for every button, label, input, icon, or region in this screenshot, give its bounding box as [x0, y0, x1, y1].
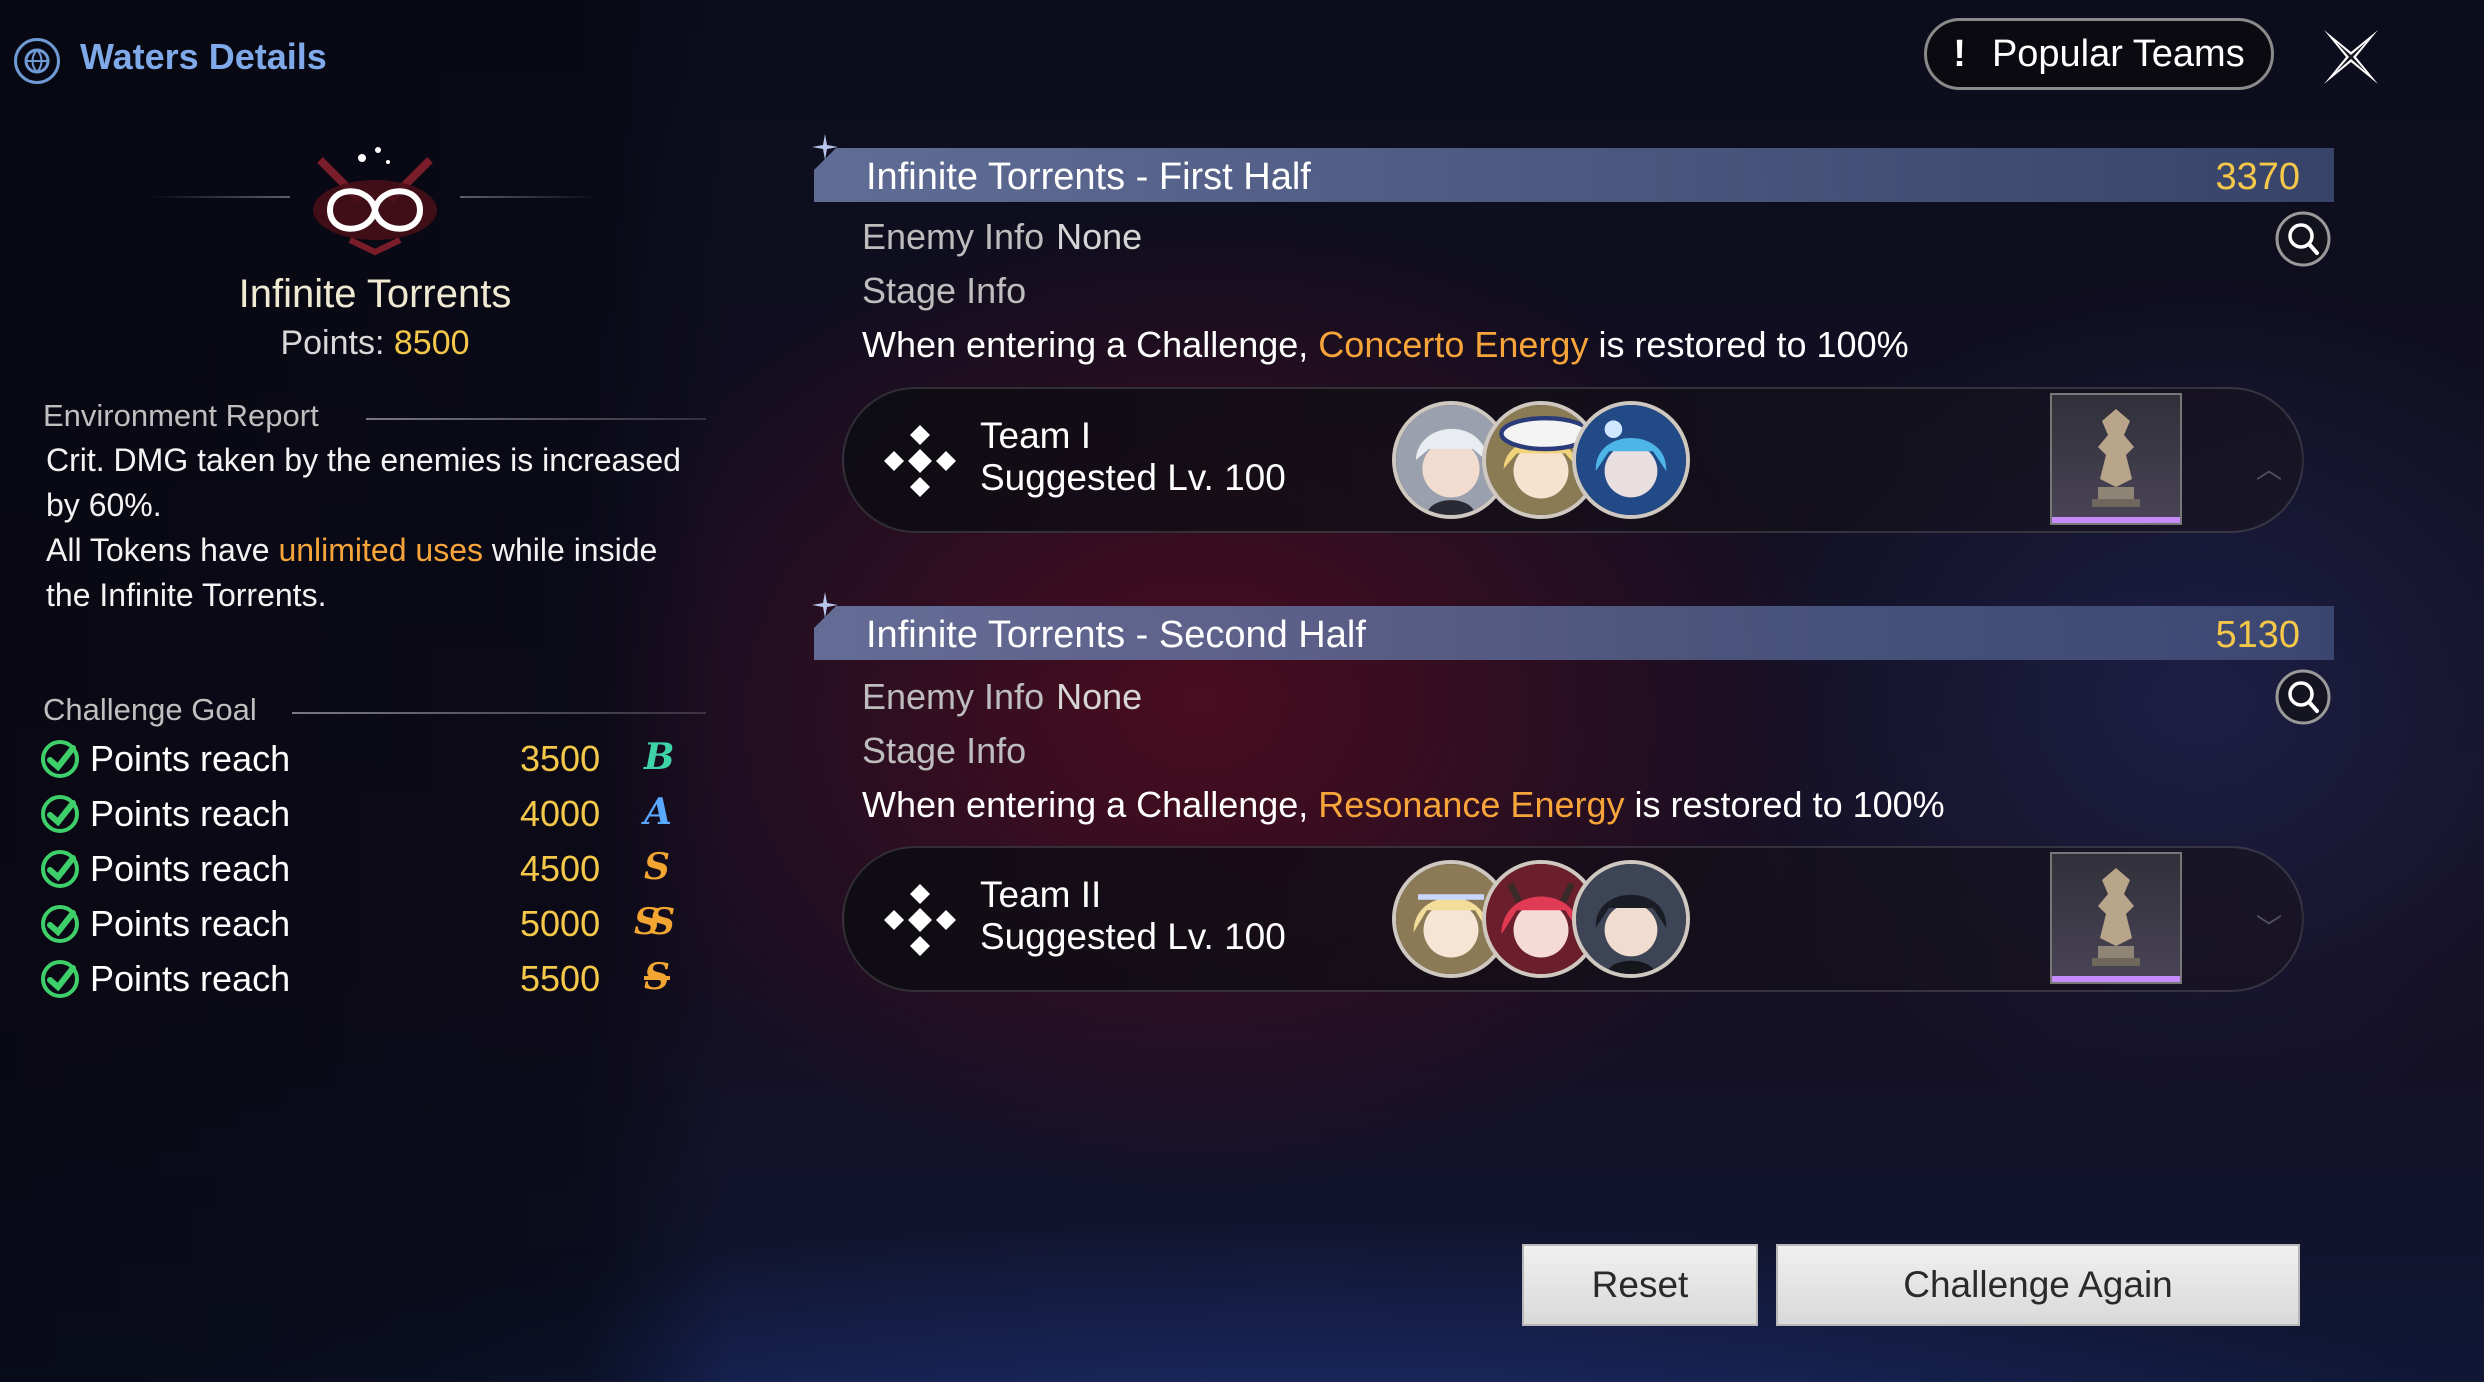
check-icon: [41, 905, 79, 943]
check-icon: [41, 850, 79, 888]
rank-ss-icon: SS: [634, 901, 675, 943]
infinite-torrents-emblem-icon: [300, 140, 450, 260]
reset-button[interactable]: Reset: [1522, 1244, 1758, 1326]
character-avatar[interactable]: [1572, 401, 1690, 519]
close-icon[interactable]: [2316, 22, 2386, 92]
rank-s-icon: S: [644, 846, 670, 888]
goal-value: 3500: [520, 738, 601, 779]
exclamation-icon: !: [1953, 32, 1966, 75]
globe-icon: [14, 38, 60, 84]
stage-score: 5130: [2215, 614, 2300, 656]
goal-row: Points reach 4500 S: [40, 842, 690, 892]
stage-score: 3370: [2215, 156, 2300, 198]
popular-teams-button[interactable]: ! Popular Teams: [1924, 18, 2274, 90]
mode-name: Infinite Torrents: [238, 272, 512, 316]
relic-rarity-bar: [2052, 517, 2180, 523]
goal-label: Points reach: [90, 848, 291, 889]
stage-title: Infinite Torrents - Second Half: [866, 614, 1366, 656]
environment-line-2: All Tokens have unlimited uses while ins…: [46, 532, 658, 613]
team-level: Suggested Lv. 100: [980, 457, 1286, 498]
stage-description: When entering a Challenge, Resonance Ene…: [862, 784, 1945, 825]
rank-a-icon: A: [644, 791, 672, 833]
team-level: Suggested Lv. 100: [980, 916, 1286, 957]
echo-relic-icon[interactable]: [2050, 393, 2182, 525]
goal-row: Points reach 4000 A: [40, 787, 690, 837]
check-icon: [41, 795, 79, 833]
energy-highlight: Resonance Energy: [1318, 784, 1625, 825]
rank-sss-icon: S: [644, 956, 670, 998]
goal-label: Points reach: [90, 958, 291, 999]
goal-value: 5500: [520, 958, 601, 999]
team-name: Team I: [980, 415, 1092, 456]
chevron-down-icon: ﹀: [2255, 913, 2282, 943]
team-slot-second-half[interactable]: Team II Suggested Lv. 100 ﹀: [842, 846, 2304, 992]
environment-report: Crit. DMG taken by the enemies is increa…: [46, 438, 706, 618]
challenge-again-button[interactable]: Challenge Again: [1776, 1244, 2300, 1326]
popular-teams-label: Popular Teams: [1991, 32, 2245, 75]
character-avatar[interactable]: [1572, 860, 1690, 978]
chevron-up-icon: ︿: [2255, 454, 2282, 484]
enemy-info-label: Enemy Info: [862, 216, 1045, 257]
goal-value: 4000: [520, 793, 601, 834]
points-label: Points:: [280, 324, 385, 362]
emblem-divider-right: [460, 196, 600, 198]
enemy-info-label: Enemy Info: [862, 676, 1045, 717]
points-value: 8500: [393, 324, 470, 362]
environment-line-1: Crit. DMG taken by the enemies is increa…: [46, 442, 681, 523]
enemy-info: Enemy Info None: [862, 216, 1142, 258]
relic-rarity-bar: [2052, 976, 2180, 982]
enemy-info: Enemy Info None: [862, 676, 1142, 718]
stage-header-second-half: Infinite Torrents - Second Half 5130: [814, 606, 2334, 660]
goal-value: 4500: [520, 848, 601, 889]
stage-info-label: Stage Info: [862, 270, 1027, 311]
goal-value: 5000: [520, 903, 601, 944]
search-icon[interactable]: [2274, 210, 2332, 268]
team-slot-first-half[interactable]: Team I Suggested Lv. 100 ︿: [842, 387, 2304, 533]
page-title: Waters Details: [80, 36, 327, 77]
challenge-goal-heading: Challenge Goal: [43, 692, 257, 727]
check-icon: [41, 960, 79, 998]
challenge-goal-divider: [292, 712, 706, 714]
enemy-info-value: None: [1056, 676, 1143, 717]
goal-label: Points reach: [90, 738, 291, 779]
environment-highlight: unlimited uses: [278, 532, 483, 568]
environment-heading: Environment Report: [43, 398, 319, 433]
stage-description: When entering a Challenge, Concerto Ener…: [862, 324, 1909, 365]
goal-row: Points reach 5000 SS: [40, 897, 690, 947]
rank-b-icon: B: [644, 736, 675, 778]
echo-relic-icon[interactable]: [2050, 852, 2182, 984]
stage-header-first-half: Infinite Torrents - First Half 3370: [814, 148, 2334, 202]
goal-label: Points reach: [90, 903, 291, 944]
enemy-info-value: None: [1056, 216, 1143, 257]
stage-info-label: Stage Info: [862, 730, 1027, 771]
energy-highlight: Concerto Energy: [1318, 324, 1589, 365]
emblem-divider-left: [150, 196, 290, 198]
stage-title: Infinite Torrents - First Half: [866, 156, 1311, 198]
environment-divider: [366, 418, 706, 420]
search-icon[interactable]: [2274, 668, 2332, 726]
team-emblem-icon: [884, 884, 956, 956]
check-icon: [41, 740, 79, 778]
team-name: Team II: [980, 874, 1102, 915]
team-emblem-icon: [884, 425, 956, 497]
total-points: Points: 8500: [140, 324, 610, 363]
goal-row: Points reach 3500 B: [40, 732, 690, 782]
goal-label: Points reach: [90, 793, 291, 834]
goal-row: Points reach 5500 S: [40, 952, 690, 1002]
